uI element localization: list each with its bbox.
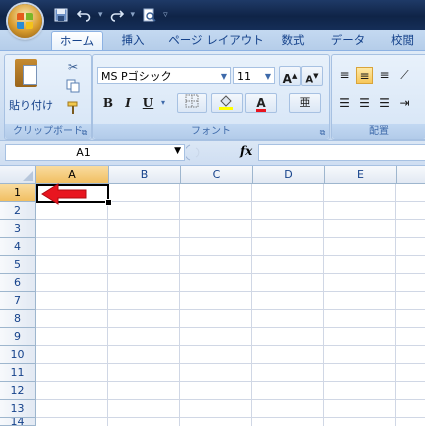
insert-function-button[interactable]: fx: [240, 144, 252, 158]
indent-icon[interactable]: ⇥: [396, 95, 413, 112]
fill-color-button[interactable]: [211, 93, 243, 113]
column-header-b[interactable]: B: [109, 166, 181, 184]
row-header[interactable]: 13: [0, 400, 36, 418]
formula-bar: A1 ▼ fx: [0, 140, 425, 166]
font-name-combo[interactable]: MS Pゴシック ▼: [97, 67, 231, 84]
align-top-icon[interactable]: ≡: [336, 67, 353, 84]
tab-home[interactable]: ホーム: [51, 31, 103, 51]
row-header[interactable]: 5: [0, 256, 36, 274]
column-header-a[interactable]: A: [36, 166, 109, 184]
tab-page-layout[interactable]: ページ レイアウト: [166, 31, 266, 50]
italic-button[interactable]: I: [119, 93, 137, 113]
bold-button[interactable]: B: [99, 93, 117, 113]
cell-area[interactable]: [36, 184, 425, 426]
orientation-icon[interactable]: ⟋: [396, 67, 413, 84]
row-header[interactable]: 6: [0, 274, 36, 292]
office-button[interactable]: [8, 4, 42, 38]
function-area: fx: [186, 144, 260, 161]
row-header[interactable]: 7: [0, 292, 36, 310]
shrink-font-button[interactable]: A▼: [301, 66, 323, 86]
align-right-icon[interactable]: ☰: [376, 95, 393, 112]
align-center-icon[interactable]: ☰: [356, 95, 373, 112]
font-group-label: フォント: [93, 124, 329, 139]
worksheet-grid: A B C D E 1 2 3 4 5 6 7 8 9 10 11 12 13 …: [0, 166, 425, 426]
chevron-down-icon[interactable]: ▼: [174, 146, 181, 156]
clipboard-group-label: クリップボード: [5, 124, 91, 139]
office-logo-icon: [17, 13, 33, 29]
print-preview-icon[interactable]: [140, 6, 158, 24]
tab-insert[interactable]: 挿入: [110, 31, 156, 50]
column-header-e[interactable]: E: [325, 166, 397, 184]
chevron-down-icon: ▼: [264, 72, 271, 81]
row-header[interactable]: 14: [0, 418, 36, 426]
fill-handle[interactable]: [105, 199, 112, 206]
font-color-button[interactable]: A: [245, 93, 277, 113]
row-header[interactable]: 9: [0, 328, 36, 346]
format-painter-icon[interactable]: [65, 101, 81, 117]
clipboard-launcher-icon[interactable]: ⧉: [80, 128, 89, 137]
chevron-down-icon: ▼: [220, 72, 227, 81]
save-icon[interactable]: [52, 6, 70, 24]
font-size-value: 11: [237, 70, 251, 83]
chevron-down-icon[interactable]: ▾: [157, 93, 169, 113]
underline-button[interactable]: U: [139, 93, 157, 113]
alignment-group-label: 配置: [332, 124, 425, 139]
tab-data[interactable]: データ: [322, 31, 374, 50]
font-launcher-icon[interactable]: ⧉: [318, 128, 327, 137]
row-header[interactable]: 4: [0, 238, 36, 256]
fill-bucket-icon: [219, 95, 233, 110]
row-header[interactable]: 12: [0, 382, 36, 400]
cancel-enter-icon: [186, 144, 200, 161]
phonetic-icon: 亜: [299, 96, 311, 109]
align-bottom-icon[interactable]: ≡: [376, 67, 393, 84]
font-size-combo[interactable]: 11 ▼: [233, 67, 275, 84]
copy-icon[interactable]: [65, 79, 81, 95]
grow-font-button[interactable]: A▲: [279, 66, 301, 86]
title-bar: ▾ ▾ ▿: [0, 0, 425, 38]
font-name-value: MS Pゴシック: [101, 70, 172, 83]
tab-review[interactable]: 校閲: [380, 31, 425, 50]
row-header[interactable]: 10: [0, 346, 36, 364]
row-header[interactable]: 1: [0, 184, 36, 202]
font-group: MS Pゴシック ▼ 11 ▼ A▲ A▼ B I U ▾ A 亜 フォント ⧉: [92, 54, 330, 140]
cut-icon[interactable]: ✂: [65, 59, 81, 75]
paste-button[interactable]: 貼り付け: [9, 97, 53, 113]
customize-qat-icon[interactable]: ▿: [163, 10, 168, 20]
undo-dropdown-icon[interactable]: ▾: [98, 10, 103, 20]
formula-input[interactable]: [258, 144, 425, 161]
quick-access-toolbar: ▾ ▾ ▿: [52, 5, 168, 25]
align-left-icon[interactable]: ☰: [336, 95, 353, 112]
redo-icon[interactable]: [108, 6, 126, 24]
paste-icon[interactable]: [15, 59, 37, 87]
row-header[interactable]: 8: [0, 310, 36, 328]
borders-icon: [185, 94, 199, 108]
name-box-value: A1: [76, 146, 91, 159]
red-arrow-annotation: [41, 183, 87, 205]
alignment-group: ≡ ≡ ≡ ⟋ ☰ ☰ ☰ ⇥ 配置: [331, 54, 425, 140]
select-all-button[interactable]: [0, 166, 36, 184]
borders-button[interactable]: [177, 93, 207, 113]
name-box[interactable]: A1 ▼: [5, 144, 185, 161]
redo-dropdown-icon[interactable]: ▾: [131, 10, 136, 20]
ribbon-tab-row: ホーム 挿入 ページ レイアウト 数式 データ 校閲: [0, 30, 425, 51]
row-header[interactable]: 2: [0, 202, 36, 220]
align-middle-icon[interactable]: ≡: [356, 67, 373, 84]
font-color-icon: A: [256, 96, 266, 112]
phonetic-guide-button[interactable]: 亜: [289, 93, 321, 113]
column-header-f[interactable]: [397, 166, 425, 184]
row-header[interactable]: 11: [0, 364, 36, 382]
ribbon: 貼り付け ✂ クリップボード ⧉ MS Pゴシック ▼ 11 ▼ A▲ A▼ B…: [0, 50, 425, 141]
tab-formulas[interactable]: 数式: [270, 31, 316, 50]
clipboard-group: 貼り付け ✂ クリップボード ⧉: [4, 54, 92, 140]
column-header-d[interactable]: D: [253, 166, 325, 184]
undo-icon[interactable]: [75, 6, 93, 24]
column-header-c[interactable]: C: [181, 166, 253, 184]
row-header[interactable]: 3: [0, 220, 36, 238]
